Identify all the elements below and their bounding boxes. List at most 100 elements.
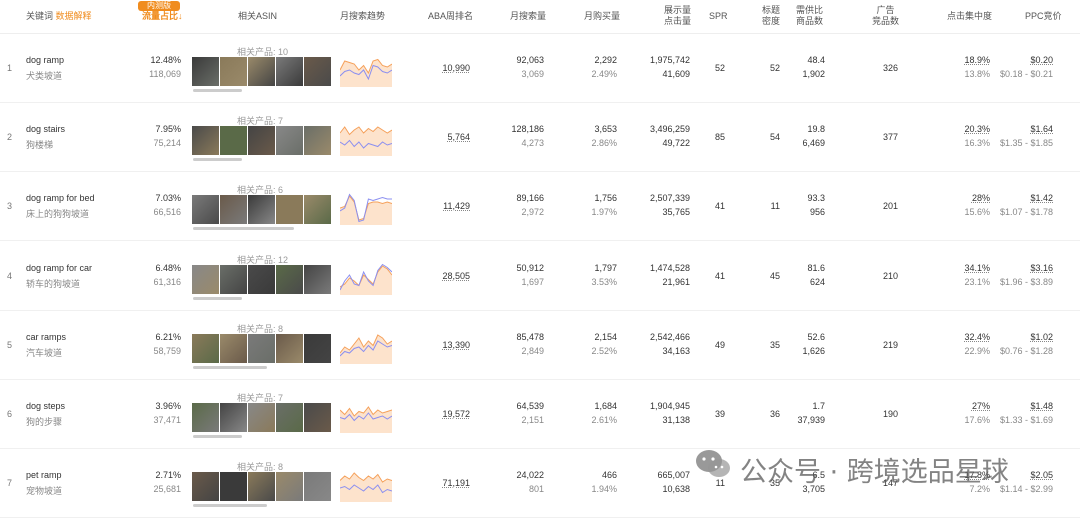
click-concentration-value[interactable]: 20.3% (964, 124, 990, 134)
monthly-trend-sparkline[interactable] (340, 261, 392, 295)
product-thumbnail[interactable] (304, 126, 331, 156)
product-thumbnail[interactable] (192, 472, 219, 502)
header-monthly-trend[interactable]: 月搜索趋势 (340, 11, 385, 22)
keyword-link[interactable]: dog stairs (26, 124, 65, 134)
monthly-trend-sparkline[interactable] (340, 399, 392, 433)
aba-rank-value[interactable]: 71,191 (442, 478, 470, 488)
product-thumbnail[interactable] (220, 472, 247, 502)
ppc-value[interactable]: $1.48 (1030, 401, 1053, 411)
ppc-value[interactable]: $1.42 (1030, 193, 1053, 203)
monthly-trend-sparkline[interactable] (340, 191, 392, 226)
header-keyword[interactable]: 关键词 数据解释 (26, 11, 92, 22)
header-impressions-clicks[interactable]: 展示量 点击量 (664, 5, 691, 27)
ppc-value[interactable]: $2.05 (1030, 470, 1053, 480)
traffic-share-pct: 2.71% (155, 470, 181, 481)
table-row[interactable]: 5 car ramps 汽车坡道 6.21% 58,759 相关产品: 8 13,390 85… (0, 310, 1080, 380)
aba-rank-value[interactable]: 13,390 (442, 340, 470, 350)
related-asin-scrollbar[interactable] (193, 435, 242, 438)
product-thumbnail[interactable] (192, 403, 219, 432)
header-ads[interactable]: 广告 竞品数 (872, 5, 899, 27)
keyword-link[interactable]: dog ramp for bed (26, 193, 95, 203)
product-thumbnail[interactable] (192, 57, 219, 86)
click-concentration-value[interactable]: 34.1% (964, 263, 990, 273)
keyword-link[interactable]: dog ramp (26, 55, 64, 65)
product-thumbnail[interactable] (304, 333, 331, 363)
product-thumbnail[interactable] (192, 195, 219, 225)
header-aba-rank[interactable]: ABA周排名 (428, 11, 473, 22)
product-thumbnail[interactable] (276, 264, 303, 294)
product-thumbnail[interactable] (220, 264, 247, 294)
data-explain-link[interactable]: 数据解释 (56, 11, 92, 21)
related-asin-scrollbar[interactable] (193, 89, 242, 92)
header-spr[interactable]: SPR (709, 11, 728, 22)
click-concentration-sub: 23.1% (964, 276, 990, 287)
header-ppc[interactable]: PPC竞价 (1025, 11, 1062, 22)
aba-rank-value[interactable]: 5,764 (447, 132, 470, 142)
click-concentration-value[interactable]: 27% (972, 401, 990, 411)
header-traffic-share[interactable]: 流量占比↓ (142, 11, 183, 22)
monthly-trend-sparkline[interactable] (340, 122, 392, 157)
table-row[interactable]: 6 dog steps 狗的步骤 3.96% 37,471 相关产品: 7 19,572 64… (0, 379, 1080, 449)
keyword-link[interactable]: dog steps (26, 401, 65, 411)
related-asin-scrollbar[interactable] (193, 158, 242, 162)
keyword-link[interactable]: pet ramp (26, 470, 62, 480)
product-thumbnail[interactable] (220, 57, 247, 86)
product-thumbnail[interactable] (220, 333, 247, 363)
product-thumbnail[interactable] (220, 126, 247, 156)
product-thumbnail[interactable] (276, 57, 303, 86)
header-title-density[interactable]: 标题 密度 (762, 5, 780, 27)
product-thumbnail[interactable] (276, 333, 303, 363)
related-asin-scrollbar[interactable] (193, 296, 242, 300)
ppc-value[interactable]: $0.20 (1030, 55, 1053, 65)
product-thumbnail[interactable] (248, 403, 275, 432)
product-thumbnail[interactable] (248, 195, 275, 225)
product-thumbnail[interactable] (192, 333, 219, 363)
product-thumbnail[interactable] (192, 126, 219, 156)
ad-competitor-count: 377 (882, 132, 898, 143)
aba-rank-value[interactable]: 19,572 (442, 409, 470, 419)
product-thumbnail[interactable] (248, 264, 275, 294)
aba-rank-value[interactable]: 11,429 (443, 201, 470, 211)
product-thumbnail[interactable] (248, 126, 275, 156)
product-thumbnail[interactable] (276, 472, 303, 502)
related-asin-scrollbar[interactable] (193, 227, 294, 231)
header-click-concentration[interactable]: 点击集中度 (947, 11, 992, 22)
header-monthly-search[interactable]: 月搜索量 (510, 11, 546, 22)
ppc-value[interactable]: $3.16 (1030, 263, 1053, 273)
product-thumbnail[interactable] (304, 403, 331, 432)
monthly-trend-sparkline[interactable] (340, 330, 392, 364)
monthly-trend-sparkline[interactable] (340, 53, 392, 87)
product-thumbnail[interactable] (248, 472, 275, 502)
click-concentration-value[interactable]: 18.9% (964, 55, 990, 65)
ppc-value[interactable]: $1.02 (1030, 332, 1053, 342)
related-asin-scrollbar[interactable] (193, 365, 267, 369)
click-concentration-value[interactable]: 28% (972, 193, 990, 203)
aba-rank-value[interactable]: 28,505 (442, 271, 470, 281)
product-thumbnail[interactable] (304, 57, 331, 86)
aba-rank-value[interactable]: 10,990 (442, 63, 470, 73)
header-monthly-purchase[interactable]: 月购买量 (584, 11, 620, 22)
monthly-trend-sparkline[interactable] (340, 468, 392, 503)
table-row[interactable]: 4 dog ramp for car 轿车的狗坡道 6.48% 61,316 相关产品: … (0, 241, 1080, 311)
ppc-value[interactable]: $1.64 (1030, 124, 1053, 134)
header-related-asin[interactable]: 相关ASIN (238, 11, 277, 22)
table-row[interactable]: 3 dog ramp for bed 床上的狗狗坡道 7.03% 66,516 相关产品:… (0, 171, 1080, 242)
product-thumbnail[interactable] (248, 333, 275, 363)
table-row[interactable]: 1 dog ramp 犬类坡道 12.48% 118,069 相关产品: 10 10,990… (0, 33, 1080, 103)
product-thumbnail[interactable] (276, 195, 303, 225)
product-thumbnail[interactable] (276, 126, 303, 156)
product-thumbnail[interactable] (276, 403, 303, 432)
related-asin-scrollbar[interactable] (193, 504, 267, 508)
product-thumbnail[interactable] (192, 264, 219, 294)
table-row[interactable]: 2 dog stairs 狗楼梯 7.95% 75,214 相关产品: 7 5,764 128… (0, 102, 1080, 173)
product-thumbnail[interactable] (248, 57, 275, 86)
product-thumbnail[interactable] (304, 264, 331, 294)
product-thumbnail[interactable] (220, 403, 247, 432)
click-concentration-value[interactable]: 32.4% (964, 332, 990, 342)
product-thumbnail[interactable] (220, 195, 247, 225)
keyword-link[interactable]: dog ramp for car (26, 263, 92, 273)
header-supply-demand[interactable]: 需供比 商品数 (796, 5, 823, 27)
product-thumbnail[interactable] (304, 195, 331, 225)
product-thumbnail[interactable] (304, 472, 331, 502)
keyword-link[interactable]: car ramps (26, 332, 66, 342)
